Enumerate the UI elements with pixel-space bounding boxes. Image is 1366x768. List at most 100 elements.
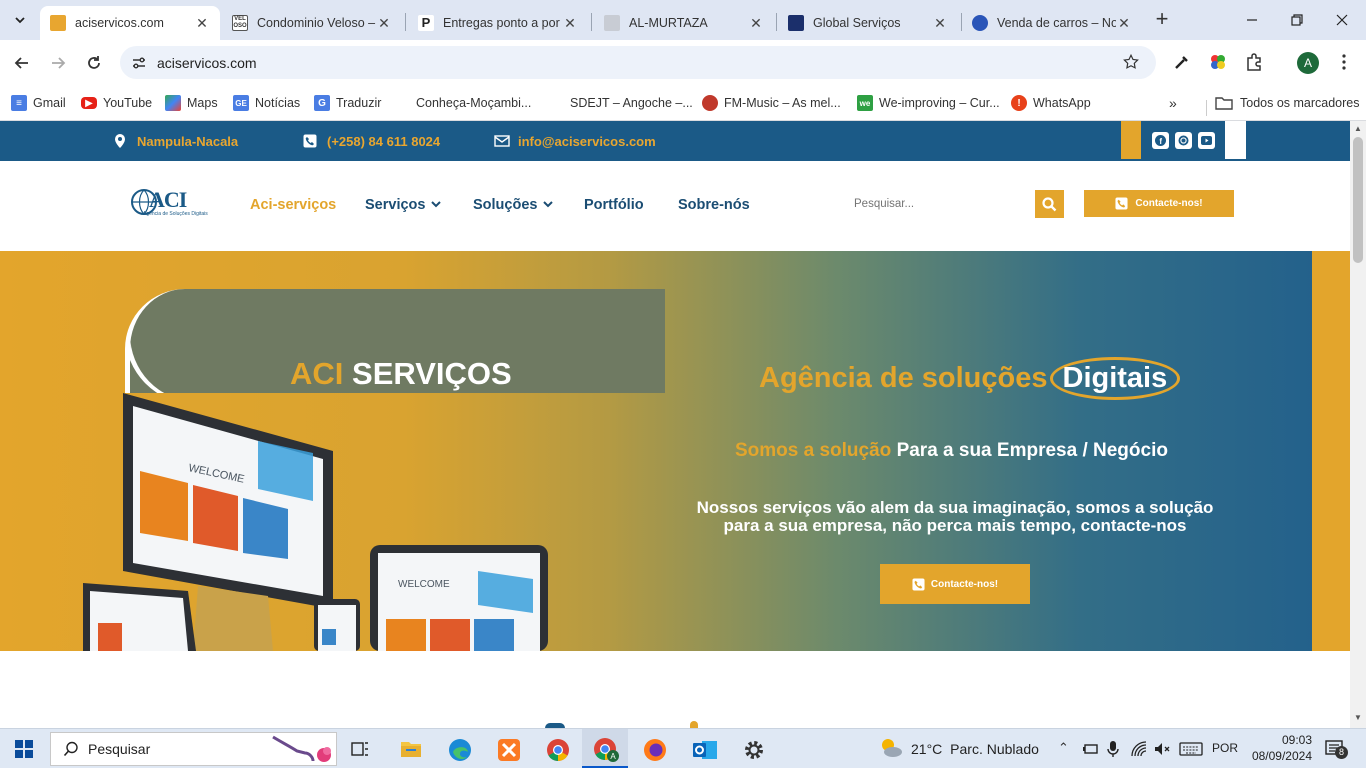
scroll-down-arrow-icon[interactable]: ▼ bbox=[1354, 713, 1362, 722]
close-window-button[interactable] bbox=[1330, 8, 1354, 32]
browser-toolbar: aciservicos.com A bbox=[0, 40, 1366, 85]
close-tab-icon[interactable]: ✕ bbox=[194, 15, 210, 32]
site-info-icon[interactable] bbox=[130, 54, 148, 72]
edge-button[interactable] bbox=[448, 738, 472, 762]
task-view-button[interactable] bbox=[350, 739, 370, 759]
phone-icon bbox=[1115, 197, 1128, 210]
notifications-button[interactable]: 8 bbox=[1325, 739, 1348, 759]
email-info[interactable]: info@aciservicos.com bbox=[494, 121, 656, 161]
hero-cta-button[interactable]: Contacte-nos! bbox=[880, 564, 1030, 604]
folder-icon bbox=[1215, 97, 1233, 110]
colorful-extension-button[interactable] bbox=[1208, 52, 1228, 72]
kebab-menu-icon bbox=[1342, 54, 1346, 70]
restore-button[interactable] bbox=[1285, 8, 1309, 32]
close-tab-icon[interactable]: ✕ bbox=[932, 15, 948, 32]
envelope-icon bbox=[494, 135, 510, 147]
bookmark-youtube[interactable]: ▶ YouTube bbox=[81, 92, 152, 114]
reload-button[interactable] bbox=[82, 51, 106, 75]
profile-avatar[interactable]: A bbox=[1297, 52, 1319, 74]
forward-button[interactable] bbox=[46, 51, 70, 75]
extensions-button[interactable] bbox=[1244, 52, 1264, 72]
bookmarks-bar: ≡ Gmail ▶ YouTube Maps GE Notícias G Traduzi… bbox=[0, 85, 1366, 121]
bookmark-whatsapp[interactable]: ! WhatsApp bbox=[1011, 92, 1091, 114]
tab-aciservicos[interactable]: aciservicos.com ✕ bbox=[40, 6, 220, 40]
chrome-icon bbox=[547, 739, 569, 761]
bookmark-conheca[interactable]: Conheça-Moçambi... bbox=[394, 92, 531, 114]
tab-search-button[interactable] bbox=[8, 8, 32, 32]
weather-widget[interactable] bbox=[878, 736, 904, 760]
windows-logo-icon bbox=[15, 740, 33, 758]
browser-menu-button[interactable] bbox=[1334, 52, 1354, 72]
site-logo[interactable]: ACI Agência de Soluções Digitais bbox=[129, 187, 209, 221]
bookmark-star-icon[interactable] bbox=[1122, 53, 1140, 71]
page-scrollbar[interactable]: ▲ ▼ bbox=[1350, 121, 1366, 728]
nav-sobre-nos[interactable]: Sobre-nós bbox=[678, 197, 750, 213]
header-contact-button[interactable]: Contacte-nos! bbox=[1084, 190, 1234, 217]
tab-venda-carros[interactable]: Venda de carros – No ✕ bbox=[962, 6, 1142, 40]
whatsapp-link[interactable] bbox=[1175, 132, 1192, 149]
devices-mockup-illustration: WELCOME WELCOME bbox=[83, 393, 548, 651]
close-tab-icon[interactable]: ✕ bbox=[1116, 15, 1132, 32]
close-icon bbox=[1336, 14, 1348, 26]
xampp-button[interactable] bbox=[497, 738, 521, 762]
bookmark-we-improving[interactable]: we We-improving – Cur... bbox=[857, 92, 1000, 114]
map-pin-icon bbox=[115, 134, 125, 148]
language-indicator[interactable]: POR bbox=[1212, 741, 1238, 755]
microphone-icon[interactable] bbox=[1106, 740, 1120, 758]
site-search-input[interactable] bbox=[846, 190, 1034, 218]
site-search-button[interactable] bbox=[1035, 190, 1064, 218]
close-tab-icon[interactable]: ✕ bbox=[376, 15, 392, 32]
chrome-button[interactable] bbox=[546, 738, 570, 762]
close-tab-icon[interactable]: ✕ bbox=[562, 15, 578, 32]
nav-servicos[interactable]: Serviços bbox=[365, 197, 442, 213]
address-bar[interactable]: aciservicos.com bbox=[120, 46, 1156, 79]
chrome-profile-active-button[interactable]: A bbox=[582, 729, 628, 768]
scroll-up-arrow-icon[interactable]: ▲ bbox=[1354, 124, 1362, 133]
back-button[interactable] bbox=[10, 51, 34, 75]
close-tab-icon[interactable]: ✕ bbox=[748, 15, 764, 32]
eyedropper-extension-button[interactable] bbox=[1172, 52, 1192, 72]
outlook-button[interactable] bbox=[692, 738, 718, 762]
bookmark-fm-music[interactable]: FM-Music – As mel... bbox=[702, 92, 841, 114]
network-icon[interactable] bbox=[1130, 740, 1148, 758]
nav-solucoes[interactable]: Soluções bbox=[473, 197, 554, 213]
clock[interactable]: 09:03 08/09/2024 bbox=[1248, 732, 1312, 764]
file-explorer-button[interactable] bbox=[400, 739, 422, 759]
svg-text:f: f bbox=[1159, 137, 1162, 146]
tray-device-icon[interactable] bbox=[1082, 741, 1100, 757]
windows-taskbar: Pesquisar A 21°C Parc. Nublado ⌃ POR 09:… bbox=[0, 728, 1366, 768]
tab-global-servicos[interactable]: Global Serviços ✕ bbox=[778, 6, 958, 40]
show-hidden-icons-chevron-up-icon[interactable]: ⌃ bbox=[1058, 740, 1069, 756]
keyboard-icon[interactable] bbox=[1179, 741, 1203, 757]
more-bookmarks-button[interactable]: » bbox=[1169, 92, 1177, 114]
weather-text[interactable]: 21°C Parc. Nublado bbox=[911, 741, 1039, 757]
nav-aci-servicos[interactable]: Aci-serviços bbox=[250, 197, 336, 213]
bookmark-noticias[interactable]: GE Notícias bbox=[233, 92, 300, 114]
venda-favicon-icon bbox=[972, 15, 988, 31]
firefox-button[interactable] bbox=[643, 738, 667, 762]
volume-muted-icon[interactable] bbox=[1153, 740, 1171, 758]
phone-info[interactable]: (+258) 84 611 8024 bbox=[303, 121, 440, 161]
tab-condominio[interactable]: VEL OSO Condominio Veloso – ✕ bbox=[222, 6, 402, 40]
start-button[interactable] bbox=[15, 740, 33, 758]
minimize-button[interactable] bbox=[1240, 8, 1264, 32]
bookmark-traduzir[interactable]: G Traduzir bbox=[314, 92, 381, 114]
tab-al-murtaza[interactable]: AL-MURTAZA ✕ bbox=[594, 6, 774, 40]
topbar-accent-block bbox=[1121, 121, 1141, 159]
new-tab-button[interactable]: + bbox=[1150, 8, 1174, 32]
scrollbar-thumb[interactable] bbox=[1353, 137, 1363, 263]
nav-portfolio[interactable]: Portfólio bbox=[584, 197, 644, 213]
bookmark-gmail[interactable]: ≡ Gmail bbox=[11, 92, 66, 114]
topbar-white-block bbox=[1225, 121, 1246, 159]
tab-entregas[interactable]: P Entregas ponto a por ✕ bbox=[408, 6, 588, 40]
phone-icon bbox=[303, 134, 317, 148]
notifications-badge: 8 bbox=[1335, 746, 1348, 759]
youtube-link[interactable] bbox=[1198, 132, 1215, 149]
bookmark-sdejt[interactable]: SDEJT – Angoche –... bbox=[548, 92, 693, 114]
taskbar-search-box[interactable]: Pesquisar bbox=[50, 732, 337, 766]
facebook-link[interactable]: f bbox=[1152, 132, 1169, 149]
settings-button[interactable] bbox=[742, 738, 766, 762]
all-bookmarks-folder[interactable]: Todos os marcadores bbox=[1215, 92, 1360, 114]
bookmark-maps[interactable]: Maps bbox=[165, 92, 218, 114]
chevron-down-icon bbox=[431, 201, 442, 208]
